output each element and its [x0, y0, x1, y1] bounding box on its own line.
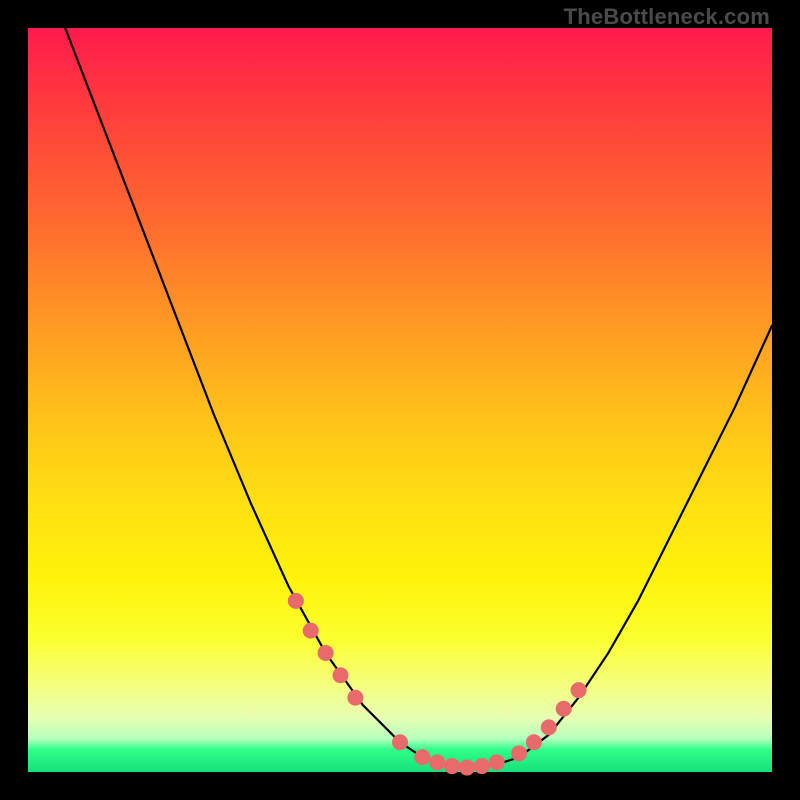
bottleneck-curve: [65, 28, 772, 768]
marker-dot: [571, 682, 587, 698]
marker-dot: [511, 745, 527, 761]
highlight-markers: [288, 593, 587, 776]
marker-dot: [541, 719, 557, 735]
chart-svg: [28, 28, 772, 772]
chart-frame: TheBottleneck.com: [0, 0, 800, 800]
marker-dot: [288, 593, 304, 609]
marker-dot: [303, 623, 319, 639]
marker-dot: [489, 754, 505, 770]
marker-dot: [444, 758, 460, 774]
marker-dot: [526, 734, 542, 750]
watermark-text: TheBottleneck.com: [564, 4, 770, 30]
plot-area: [28, 28, 772, 772]
marker-dot: [392, 734, 408, 750]
marker-dot: [347, 690, 363, 706]
marker-dot: [429, 754, 445, 770]
marker-dot: [332, 667, 348, 683]
marker-dot: [474, 758, 490, 774]
marker-dot: [414, 749, 430, 765]
marker-dot: [459, 760, 475, 776]
marker-dot: [556, 701, 572, 717]
marker-dot: [318, 645, 334, 661]
